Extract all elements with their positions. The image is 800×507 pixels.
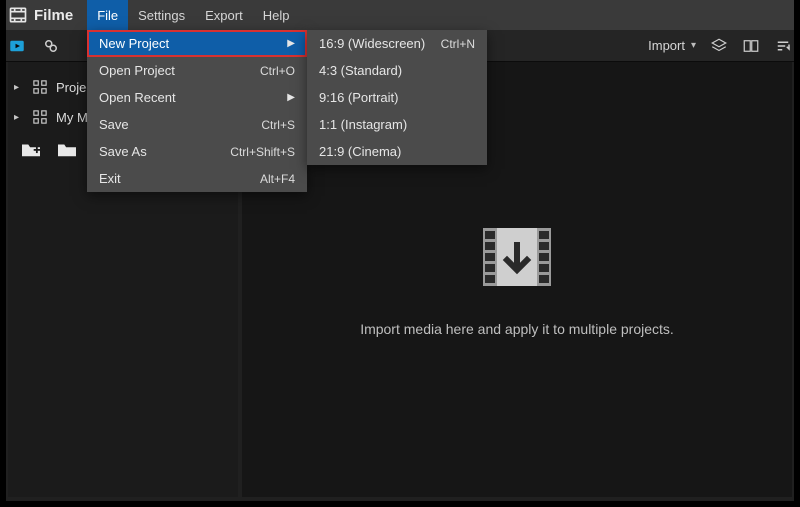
submenu-item-shortcut: Ctrl+N xyxy=(441,37,475,51)
expand-caret-icon: ▸ xyxy=(14,112,24,123)
submenu-item-label: 21:9 (Cinema) xyxy=(319,144,401,159)
grid-icon xyxy=(32,79,48,95)
chevron-down-icon: ▾ xyxy=(691,40,696,51)
toolbar-left xyxy=(8,37,60,55)
media-tab-icon[interactable] xyxy=(8,37,26,55)
import-media-icon xyxy=(477,222,557,297)
file-menu-panel: New Project ▶ Open Project Ctrl+O Open R… xyxy=(87,30,307,192)
effects-tab-icon[interactable] xyxy=(42,37,60,55)
menu-item-shortcut: Alt+F4 xyxy=(260,172,295,186)
submenu-item-label: 16:9 (Widescreen) xyxy=(319,36,425,51)
import-label: Import xyxy=(648,38,685,53)
menu-help[interactable]: Help xyxy=(253,0,300,30)
toolbar-right: Import ▾ xyxy=(648,37,792,55)
menu-item-shortcut: Ctrl+Shift+S xyxy=(230,145,295,159)
menu-save-as[interactable]: Save As Ctrl+Shift+S xyxy=(87,138,307,165)
menu-item-label: New Project xyxy=(99,36,281,51)
submenu-21-9[interactable]: 21:9 (Cinema) xyxy=(307,138,487,165)
submenu-arrow-icon: ▶ xyxy=(287,92,295,103)
submenu-1-1[interactable]: 1:1 (Instagram) xyxy=(307,111,487,138)
submenu-16-9[interactable]: 16:9 (Widescreen) Ctrl+N xyxy=(307,30,487,57)
menu-item-label: Exit xyxy=(99,171,260,186)
layers-icon[interactable] xyxy=(710,37,728,55)
menu-exit[interactable]: Exit Alt+F4 xyxy=(87,165,307,192)
import-button[interactable]: Import ▾ xyxy=(648,38,696,53)
menu-open-project[interactable]: Open Project Ctrl+O xyxy=(87,57,307,84)
menu-export[interactable]: Export xyxy=(195,0,253,30)
submenu-item-label: 9:16 (Portrait) xyxy=(319,90,398,105)
menu-file[interactable]: File xyxy=(87,0,128,30)
app-window: Filme File Settings Export Help Impo xyxy=(0,0,800,507)
new-folder-icon[interactable] xyxy=(20,140,42,163)
menu-item-label: Open Recent xyxy=(99,90,281,105)
app-logo-icon xyxy=(8,5,28,25)
drop-text: Import media here and apply it to multip… xyxy=(360,321,674,337)
menu-item-label: Save xyxy=(99,117,261,132)
menu-save[interactable]: Save Ctrl+S xyxy=(87,111,307,138)
sort-icon[interactable] xyxy=(774,37,792,55)
menu-open-recent[interactable]: Open Recent ▶ xyxy=(87,84,307,111)
folder-icon[interactable] xyxy=(56,140,78,163)
grid-view-icon[interactable] xyxy=(742,37,760,55)
submenu-item-label: 4:3 (Standard) xyxy=(319,63,402,78)
menu-item-shortcut: Ctrl+O xyxy=(260,64,295,78)
submenu-4-3[interactable]: 4:3 (Standard) xyxy=(307,57,487,84)
menu-item-label: Save As xyxy=(99,144,230,159)
submenu-item-label: 1:1 (Instagram) xyxy=(319,117,407,132)
app-name: Filme xyxy=(34,7,73,24)
menu-item-shortcut: Ctrl+S xyxy=(261,118,295,132)
menu-settings[interactable]: Settings xyxy=(128,0,195,30)
grid-icon xyxy=(32,109,48,125)
new-project-submenu-panel: 16:9 (Widescreen) Ctrl+N 4:3 (Standard) … xyxy=(307,30,487,165)
menu-bar: Filme File Settings Export Help xyxy=(0,0,800,30)
submenu-arrow-icon: ▶ xyxy=(287,38,295,49)
menu-item-label: Open Project xyxy=(99,63,260,78)
expand-caret-icon: ▸ xyxy=(14,82,24,93)
submenu-9-16[interactable]: 9:16 (Portrait) xyxy=(307,84,487,111)
menu-new-project[interactable]: New Project ▶ xyxy=(87,30,307,57)
